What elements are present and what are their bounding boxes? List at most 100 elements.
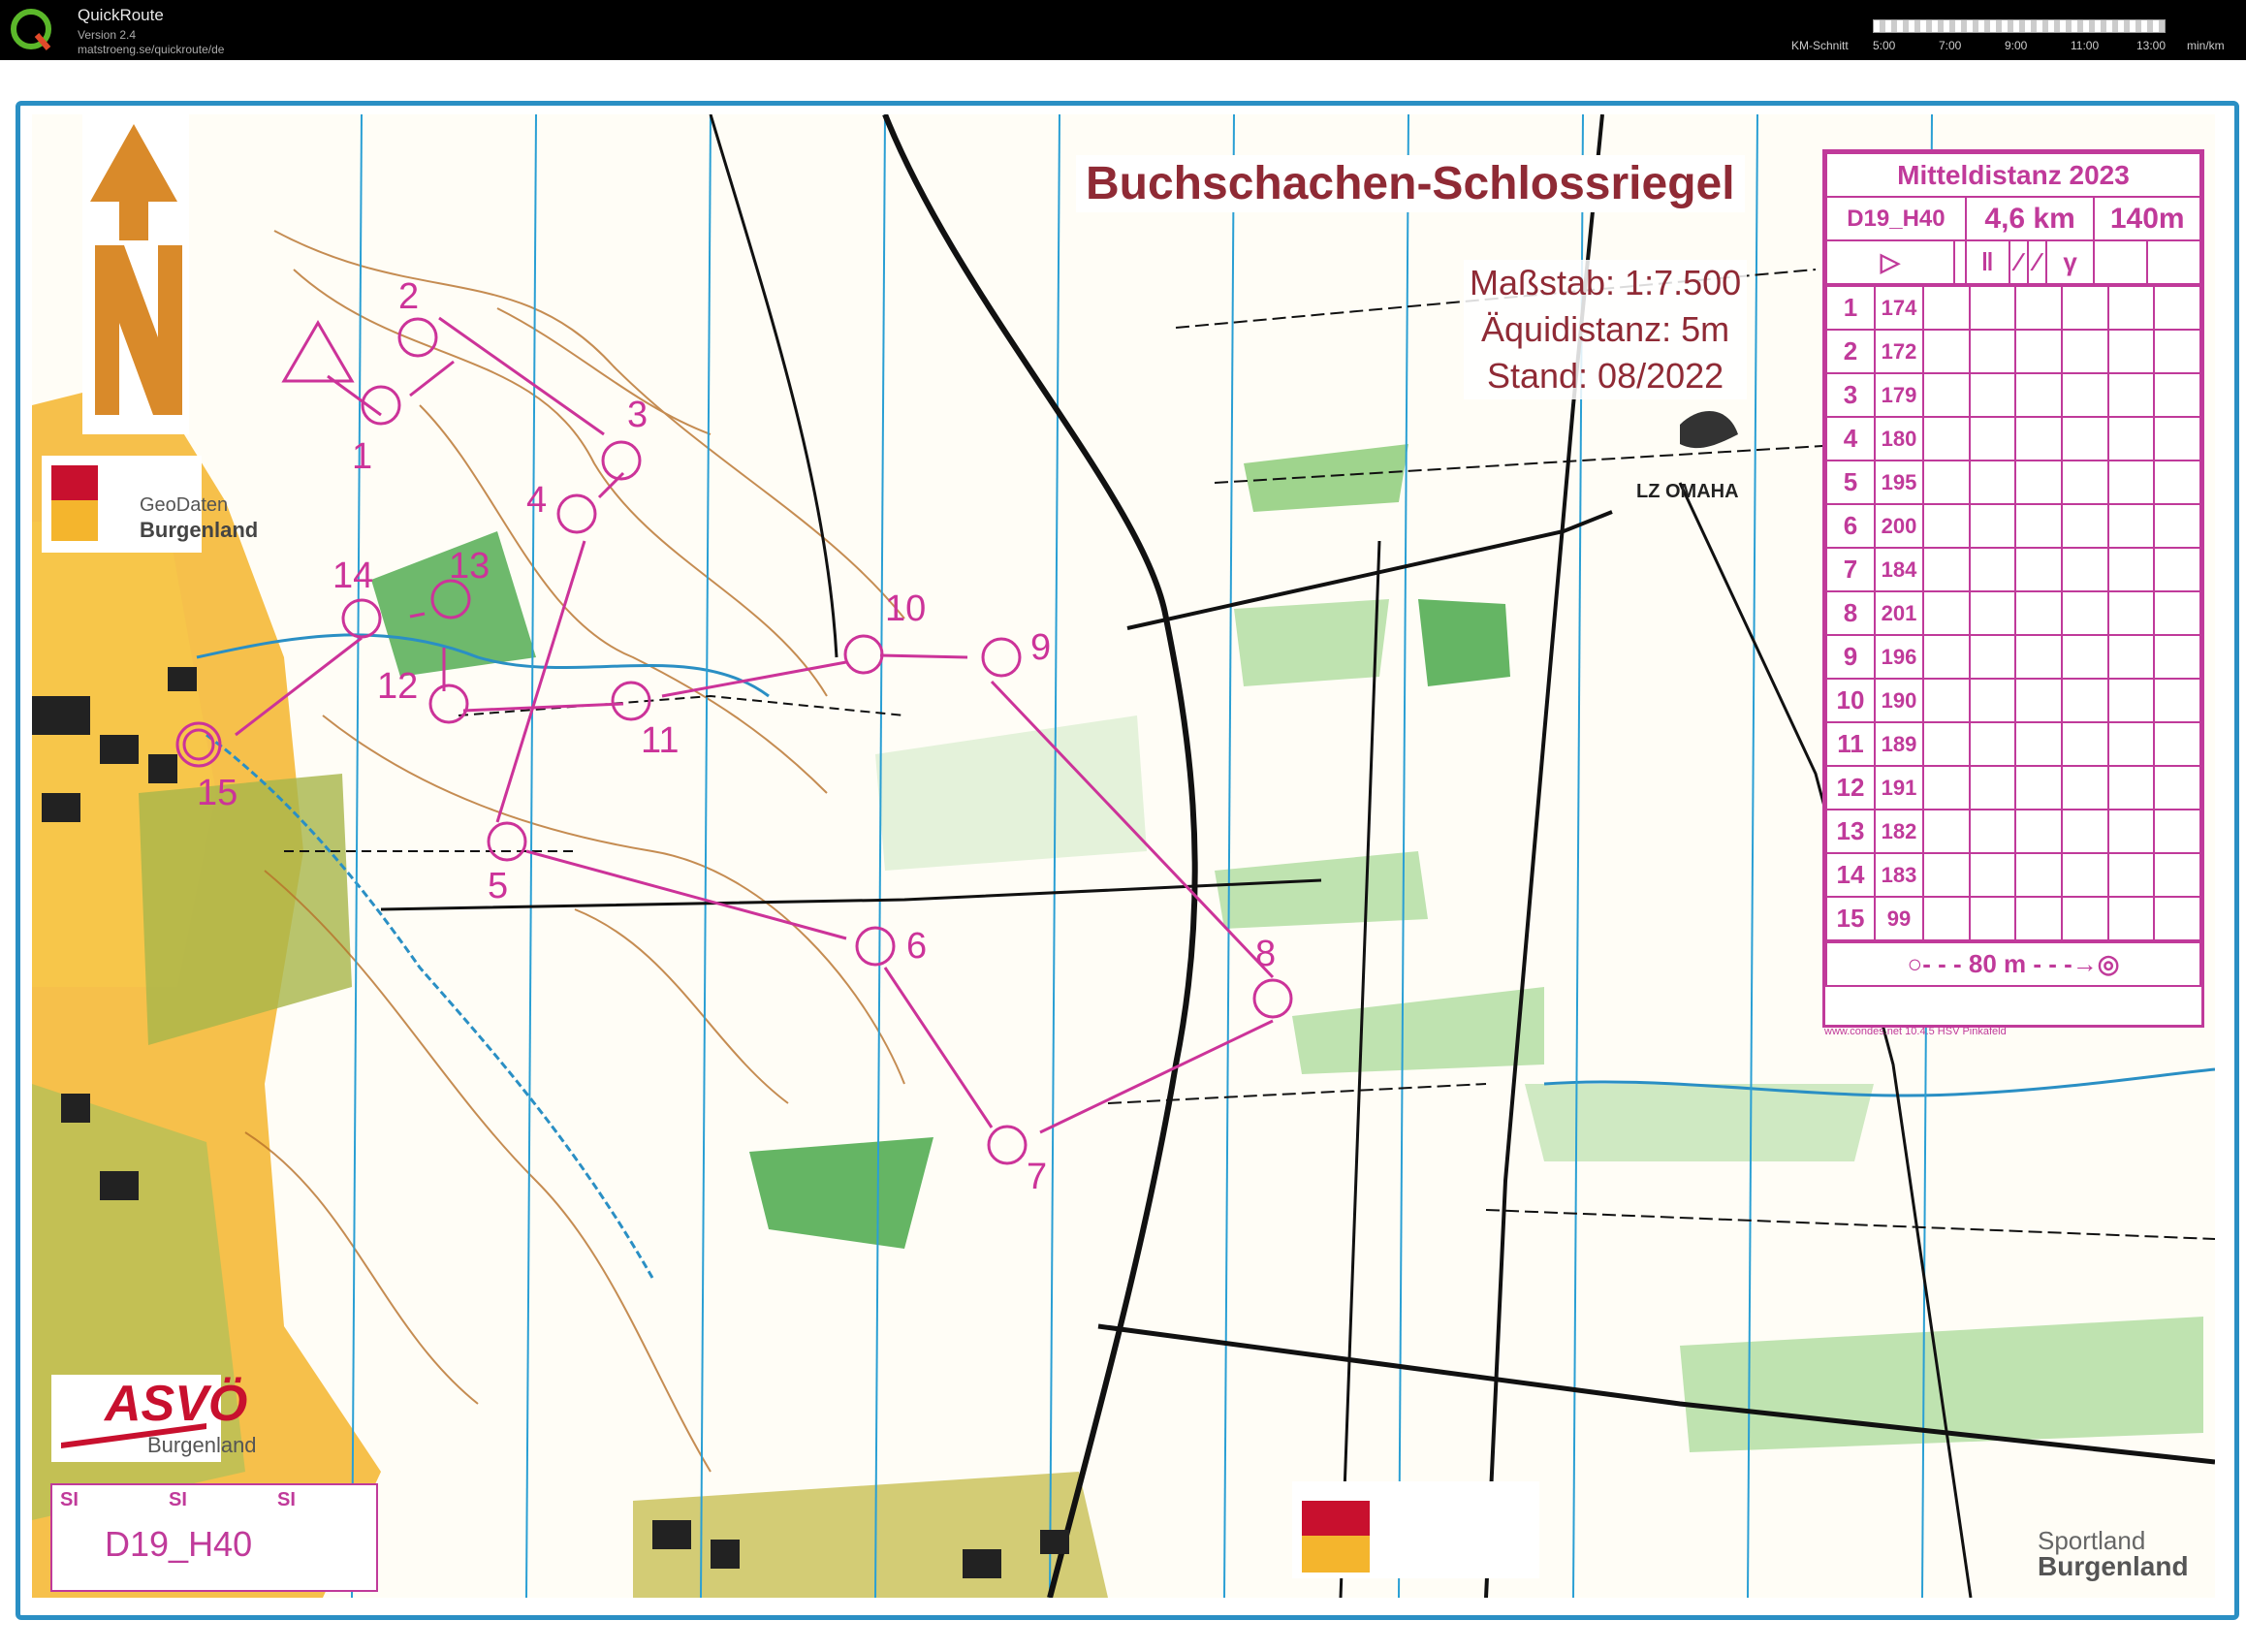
control-number: 8 [1825,590,1876,636]
app-version: Version 2.4 [78,28,137,42]
app-url[interactable]: matstroeng.se/quickroute/de [78,43,224,56]
control-symbol-cell [1968,852,2017,898]
control-symbol-cell [2153,329,2201,374]
pace-tick: 11:00 [2071,39,2100,52]
north-arrow-icon [82,114,189,434]
control-symbol-cell [2106,590,2156,636]
control-number: 6 [906,926,927,967]
control-symbol-cell [2060,372,2109,418]
sportland-logo-icon [1292,1481,1539,1578]
control-symbol-cell [2014,852,2063,898]
control-symbol-cell [2060,503,2109,549]
control-symbol-cell [2153,678,2201,723]
control-symbol-cell [2106,285,2156,331]
control-symbol-cell [2153,503,2201,549]
control-code: 180 [1874,416,1924,461]
pace-tick: 5:00 [1873,39,1896,52]
control-symbol-cell [2106,372,2156,418]
pace-tick: 13:00 [2136,39,2167,52]
control-symbol-cell [2060,852,2109,898]
symbol-icon: ‖ [1964,239,2010,285]
control-number: 6 [1825,503,1876,549]
control-number: 10 [885,588,926,629]
control-symbol-cell [2060,634,2109,680]
course-name: D19_H40 [1825,196,1967,241]
control-symbol-cell [2153,852,2201,898]
control-symbol-cell [1968,590,2017,636]
control-symbol-cell [1922,809,1971,854]
control-symbol-cell [1922,547,1971,592]
control-symbol-cell [2014,372,2063,418]
control-symbol-cell [2106,547,2156,592]
control-code: 179 [1874,372,1924,418]
asvo-label-top: ASVÖ [105,1376,248,1432]
si-label: SI [169,1489,187,1510]
control-symbol-cell [2060,460,2109,505]
control-symbol-cell [2153,809,2201,854]
control-row: 1 174 [1825,285,2201,331]
control-symbol-cell [2106,809,2156,854]
control-number: 12 [377,666,418,707]
control-symbol-cell [2106,416,2156,461]
control-code: 189 [1874,721,1924,767]
control-symbol-cell [2153,765,2201,810]
map-scale-info: Maßstab: 1:7.500 Äquidistanz: 5m Stand: … [1464,260,1748,399]
control-number: 13 [449,546,490,587]
control-symbol-cell [1922,896,1971,941]
control-symbol-cell [1968,765,2017,810]
control-number: 14 [1825,852,1876,898]
control-symbol-cell [2153,285,2201,331]
control-number: 7 [1825,547,1876,592]
control-number: 5 [1825,460,1876,505]
app-name: QuickRoute [78,6,164,24]
pace-tick: 7:00 [1939,39,1962,52]
control-code: 172 [1874,329,1924,374]
control-symbol-cell [2153,590,2201,636]
control-symbol-cell [2060,547,2109,592]
control-symbol-cell [2014,809,2063,854]
control-row: 3 179 [1825,372,2201,418]
control-symbol-cell [1922,678,1971,723]
control-symbol-cell [2153,721,2201,767]
control-symbol-cell [2153,416,2201,461]
control-list: 1 174 2 172 3 179 4 180 5 195 6 200 7 184 8 201 9 196 10 19… [1825,285,2201,941]
control-row: 11 189 [1825,721,2201,767]
control-symbol-cell [2014,285,2063,331]
control-number: 11 [641,720,679,761]
control-symbol-cell [2014,460,2063,505]
control-symbol-cell [1922,503,1971,549]
control-row: 6 200 [1825,503,2201,549]
control-symbol-cell [1922,765,1971,810]
control-code: 195 [1874,460,1924,505]
pace-unit: min/km [2187,39,2225,52]
control-symbol-cell [2014,547,2063,592]
course-label-box: SI SI SI D19_H40 [50,1483,378,1592]
control-symbol-cell [1922,721,1971,767]
control-row: 8 201 [1825,590,2201,636]
control-symbol-cell [1968,329,2017,374]
control-code: 174 [1874,285,1924,331]
start-triangle-icon: ▷ [1825,239,1955,285]
control-symbol-cell [2106,721,2156,767]
control-row: 2 172 [1825,329,2201,374]
control-code: 201 [1874,590,1924,636]
control-symbol-cell [2106,460,2156,505]
sportland-label-bottom: Burgenland [2038,1551,2189,1581]
control-symbol-cell [2014,503,2063,549]
control-number: 15 [1825,896,1876,941]
control-code: 196 [1874,634,1924,680]
control-row: 7 184 [1825,547,2201,592]
control-symbol-cell [2153,634,2201,680]
pace-tick: 9:00 [2005,39,2028,52]
control-symbol-cell [2106,503,2156,549]
control-number: 4 [1825,416,1876,461]
control-symbol-cell [2153,547,2201,592]
geodaten-label-bottom: Burgenland [140,518,259,542]
course-climb: 140m [2093,196,2201,241]
control-symbol-cell [1922,372,1971,418]
control-symbol-cell [1968,809,2017,854]
control-symbol-cell [2014,634,2063,680]
control-symbol-cell [2014,590,2063,636]
control-symbol-cell [1922,634,1971,680]
control-number: 8 [1255,934,1276,974]
